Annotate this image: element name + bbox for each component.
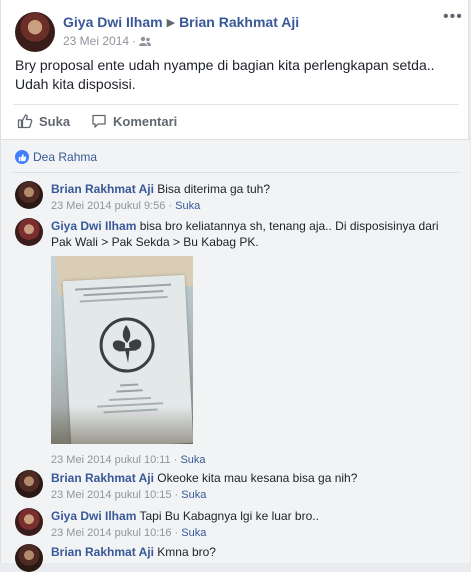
comment-line: Giya Dwi Ilham Tapi Bu Kabagnya lgi ke l…	[51, 508, 451, 524]
divider	[13, 172, 459, 173]
comment-line: Brian Rakhmat Aji Bisa diterima ga tuh?	[51, 181, 451, 197]
commenter-avatar[interactable]	[15, 218, 43, 246]
comment-author[interactable]: Brian Rakhmat Aji	[51, 471, 154, 485]
author-avatar[interactable]	[15, 12, 55, 52]
comment-text: Kmna bro?	[157, 545, 216, 559]
arrow-right-icon: ▶	[166, 17, 176, 29]
comment-body: Brian Rakhmat Aji Kmna bro?	[51, 544, 451, 560]
comment-line: Brian Rakhmat Aji Okeoke kita mau kesana…	[51, 470, 451, 486]
commenter-avatar[interactable]	[15, 544, 43, 572]
comment-line: Brian Rakhmat Aji Kmna bro?	[51, 544, 451, 560]
comment-icon	[92, 114, 106, 128]
comment-like-link[interactable]: Suka	[181, 527, 206, 539]
comment-button[interactable]: Komentari	[91, 113, 177, 129]
thumbs-up-icon	[17, 114, 33, 129]
comment-meta: 23 Mei 2014 pukul 9:56 · Suka	[51, 200, 201, 212]
comment-text: Tapi Bu Kabagnya lgi ke luar bro..	[139, 509, 319, 523]
comment-author[interactable]: Brian Rakhmat Aji	[51, 545, 154, 559]
post-meta: 23 Mei 2014 ·	[63, 34, 152, 48]
comment-label: Komentari	[113, 113, 178, 129]
post-header: Giya Dwi Ilham ▶ Brian Rakhmat Aji 23 Mei …	[15, 9, 462, 52]
comment-meta: 23 Mei 2014 pukul 10:15 · Suka	[51, 489, 207, 501]
commenter-avatar[interactable]	[15, 508, 43, 536]
comment-time[interactable]: 23 Mei 2014 pukul 10:11	[51, 454, 171, 466]
comments-section: Dea Rahma Brian Rakhmat Aji Bisa diterim…	[1, 139, 470, 572]
post-date[interactable]: 23 Mei 2014	[63, 34, 129, 48]
likes-summary[interactable]: Dea Rahma	[15, 150, 97, 164]
comment-author[interactable]: Giya Dwi Ilham	[51, 219, 136, 233]
post-names: Giya Dwi Ilham ▶ Brian Rakhmat Aji	[63, 14, 299, 30]
more-options-button[interactable]: •••	[443, 9, 463, 25]
comment-body: Giya Dwi Ilham Tapi Bu Kabagnya lgi ke l…	[51, 508, 451, 541]
fleur-de-lis-emblem	[99, 317, 155, 373]
attached-document-photo[interactable]	[51, 256, 193, 444]
comment-time[interactable]: 23 Mei 2014 pukul 10:15	[51, 489, 171, 501]
likes-names[interactable]: Dea Rahma	[33, 150, 97, 164]
comment-like-link[interactable]: Suka	[181, 489, 206, 501]
comment-meta: 23 Mei 2014 pukul 10:11 · Suka	[51, 454, 206, 466]
recipient-name[interactable]: Brian Rakhmat Aji	[179, 14, 299, 30]
comment-like-link[interactable]: Suka	[175, 200, 200, 212]
commenter-avatar[interactable]	[15, 470, 43, 498]
comment-text: Bisa diterima ga tuh?	[157, 182, 270, 196]
post-text: Bry proposal ente udah nyampe di bagian …	[15, 57, 435, 92]
comment-body: Giya Dwi Ilham bisa bro keliatannya sh, …	[51, 218, 451, 468]
commenter-avatar[interactable]	[15, 181, 43, 209]
like-button[interactable]: Suka	[17, 113, 70, 129]
comment-author[interactable]: Giya Dwi Ilham	[51, 509, 136, 523]
comment-author[interactable]: Brian Rakhmat Aji	[51, 182, 154, 196]
comment-line: Giya Dwi Ilham bisa bro keliatannya sh, …	[51, 218, 451, 250]
comment-like-link[interactable]: Suka	[180, 454, 205, 466]
post-card: Giya Dwi Ilham ▶ Brian Rakhmat Aji 23 Mei …	[0, 0, 470, 572]
comment-time[interactable]: 23 Mei 2014 pukul 10:16	[51, 527, 171, 539]
action-bar: Suka Komentari	[13, 104, 459, 137]
like-label: Suka	[39, 113, 71, 129]
comment-body: Brian Rakhmat Aji Okeoke kita mau kesana…	[51, 470, 451, 503]
comment-body: Brian Rakhmat Aji Bisa diterima ga tuh? …	[51, 181, 451, 214]
comment-text: Okeoke kita mau kesana bisa ga nih?	[157, 471, 358, 485]
comment-meta: 23 Mei 2014 pukul 10:16 · Suka	[51, 527, 207, 539]
comment-time[interactable]: 23 Mei 2014 pukul 9:56	[51, 200, 165, 212]
author-name[interactable]: Giya Dwi Ilham	[63, 14, 163, 30]
people-audience-icon[interactable]	[139, 36, 152, 46]
like-badge-icon	[15, 150, 29, 164]
